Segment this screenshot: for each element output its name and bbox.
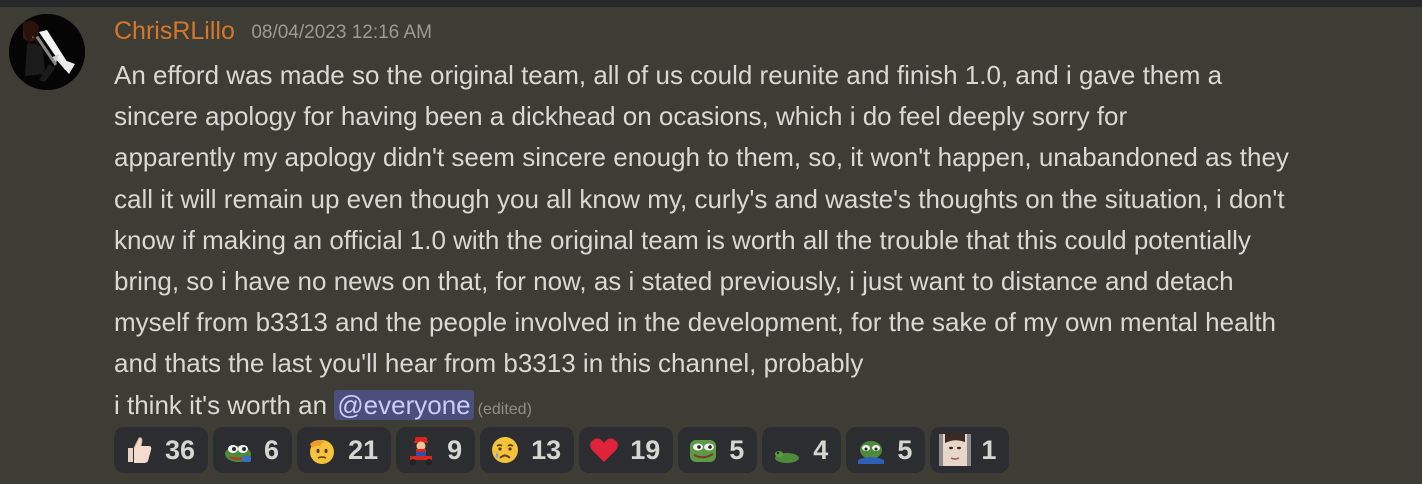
reaction-count: 6 xyxy=(264,434,280,465)
avatar[interactable] xyxy=(9,14,85,90)
pepe-sad-icon xyxy=(858,441,885,464)
pepe-frog-icon xyxy=(225,445,252,462)
message-line: sincere apology for having been a dickhe… xyxy=(114,101,1128,132)
mario-kart-icon xyxy=(410,437,433,465)
channel-top-bar xyxy=(0,0,1422,7)
reaction-crying-face[interactable]: 13 xyxy=(480,427,575,473)
edited-label: (edited) xyxy=(477,400,532,418)
pepe-smile-icon xyxy=(690,440,717,462)
author-name[interactable]: ChrisRLillo xyxy=(114,17,235,45)
thumbs-up-icon xyxy=(128,437,152,463)
reaction-count: 5 xyxy=(729,434,745,465)
reaction-man-face[interactable]: 1 xyxy=(930,427,1010,473)
message-header: ChrisRLillo 08/04/2023 12:16 AM xyxy=(114,17,432,46)
chat-message: ChrisRLillo 08/04/2023 12:16 AM An effor… xyxy=(0,7,1422,484)
reaction-frog-lying[interactable]: 4 xyxy=(762,427,842,473)
frog-lying-icon xyxy=(775,451,800,463)
message-last-line: i think it's worth an @everyone (edited) xyxy=(114,385,1414,430)
guitarist-avatar-icon xyxy=(9,14,85,90)
message-line: know if making an official 1.0 with the … xyxy=(114,224,1251,255)
reaction-count: 9 xyxy=(447,434,463,465)
crying-face-icon xyxy=(492,437,519,463)
saluting-face-icon xyxy=(310,440,335,464)
message-line: bring, so i have no news on that, for no… xyxy=(114,266,1234,297)
message-timestamp[interactable]: 08/04/2023 12:16 AM xyxy=(251,22,432,43)
reaction-count: 21 xyxy=(348,434,379,465)
message-line: and thats the last you'll hear from b331… xyxy=(114,348,864,379)
reaction-mario-kart[interactable]: 9 xyxy=(396,427,476,473)
reaction-count: 4 xyxy=(813,434,829,465)
reaction-count: 1 xyxy=(981,434,997,465)
reaction-count: 36 xyxy=(165,434,196,465)
message-content: An efford was made so the original team,… xyxy=(114,55,1414,430)
message-line: apparently my apology didn't seem sincer… xyxy=(114,142,1289,173)
reaction-pepe-smile[interactable]: 5 xyxy=(678,427,758,473)
everyone-mention[interactable]: @everyone xyxy=(334,389,474,420)
reaction-thumbs-up[interactable]: 36 xyxy=(114,427,209,473)
red-heart-icon xyxy=(590,438,618,462)
message-line: call it will remain up even though you a… xyxy=(114,183,1285,214)
reaction-pepe-frog[interactable]: 6 xyxy=(213,427,293,473)
reaction-count: 13 xyxy=(531,434,562,465)
message-line: An efford was made so the original team,… xyxy=(114,60,1223,90)
message-line: myself from b3313 and the people involve… xyxy=(114,307,1277,338)
man-face-icon xyxy=(939,434,972,466)
reaction-count: 19 xyxy=(630,434,661,465)
reaction-count: 5 xyxy=(897,434,913,465)
reaction-red-heart[interactable]: 19 xyxy=(579,427,674,473)
reaction-pepe-sad[interactable]: 5 xyxy=(846,427,926,473)
reactions-bar: 36 6 21 9 13 19 5 4 5 1 xyxy=(114,427,1010,473)
last-line-text: i think it's worth an xyxy=(114,389,335,420)
reaction-saluting-face[interactable]: 21 xyxy=(297,427,392,473)
